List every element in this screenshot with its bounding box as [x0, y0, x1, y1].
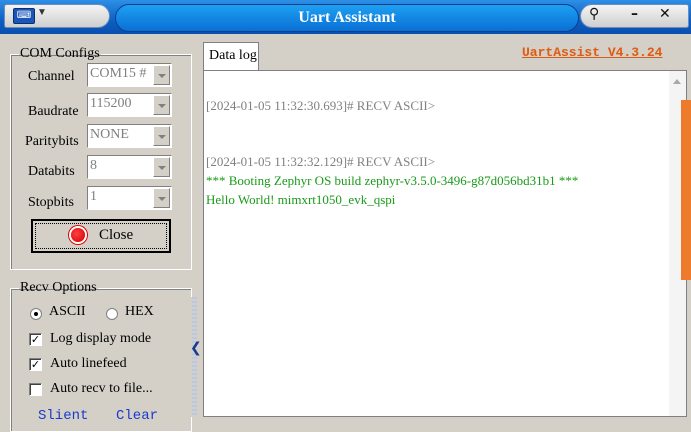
chevron-down-icon[interactable] [153, 126, 170, 146]
log-line: [2024-01-05 11:32:30.693]# RECV ASCII> [206, 98, 436, 113]
window-controls: ⚲ – ✕ [580, 4, 689, 28]
channel-select[interactable]: COM15 # [87, 63, 172, 87]
baudrate-value: 115200 [90, 96, 132, 111]
com-configs-legend: COM Configs [20, 46, 100, 61]
ascii-label: ASCII [49, 304, 86, 319]
version-link[interactable]: UartAssist V4.3.24 [522, 45, 662, 60]
baudrate-label: Baudrate [28, 104, 79, 119]
auto-recv-file-checkbox[interactable] [29, 383, 42, 396]
channel-label: Channel [28, 69, 75, 84]
app-menu-button[interactable]: ⌨ ▼ [4, 4, 110, 28]
auto-linefeed-label: Auto linefeed [50, 356, 127, 371]
close-port-label: Close [99, 227, 134, 243]
chevron-down-icon: ▼ [37, 7, 47, 18]
log-display-checkbox[interactable]: ✓ [29, 333, 42, 346]
baudrate-select[interactable]: 115200 [87, 93, 172, 117]
tab-data-log[interactable]: Data log [203, 42, 259, 70]
pin-icon[interactable]: ⚲ [589, 6, 599, 22]
panel-splitter[interactable]: ❮ [190, 297, 202, 417]
side-accent-bar [681, 100, 691, 280]
app-menu-icon: ⌨ [13, 8, 35, 24]
auto-recv-file-label: Auto recv to file... [50, 381, 153, 396]
title-pill: Uart Assistant [115, 4, 579, 32]
recv-options-legend: Recv Options [20, 280, 97, 295]
databits-value: 8 [90, 158, 97, 173]
channel-value: COM15 # [90, 66, 147, 81]
paritybits-value: NONE [90, 127, 129, 142]
status-light-icon [71, 228, 85, 242]
chevron-down-icon[interactable] [153, 95, 170, 115]
stopbits-label: Stopbits [28, 195, 74, 210]
stopbits-value: 1 [90, 189, 97, 204]
hex-radio[interactable] [106, 308, 118, 320]
left-panel: COM Configs Channel COM15 # Baudrate 115… [0, 34, 200, 432]
log-line: Hello World! mimxrt1050_evk_qspi [206, 192, 396, 207]
log-line: [2024-01-05 11:32:32.129]# RECV ASCII> [206, 154, 436, 169]
databits-label: Databits [28, 164, 75, 179]
paritybits-select[interactable]: NONE [87, 124, 172, 148]
databits-select[interactable]: 8 [87, 155, 172, 179]
close-port-button[interactable]: Close [31, 219, 171, 253]
close-icon[interactable]: ✕ [659, 6, 671, 22]
clear-link[interactable]: Clear [116, 408, 158, 424]
hex-label: HEX [125, 304, 154, 319]
title-bar: ⌨ ▼ Uart Assistant ⚲ – ✕ [0, 0, 691, 34]
stopbits-select[interactable]: 1 [87, 186, 172, 210]
scroll-up-icon[interactable] [673, 79, 681, 84]
tab-data-log-label: Data log [209, 48, 257, 63]
window-title: Uart Assistant [298, 9, 396, 26]
log-display-label: Log display mode [50, 331, 152, 346]
auto-linefeed-checkbox[interactable]: ✓ [29, 358, 42, 371]
chevron-down-icon[interactable] [153, 65, 170, 85]
ascii-radio[interactable] [30, 308, 42, 320]
chevron-down-icon[interactable] [153, 188, 170, 208]
chevron-down-icon[interactable] [153, 157, 170, 177]
log-line: *** Booting Zephyr OS build zephyr-v3.5.… [206, 173, 579, 188]
slient-link[interactable]: Slient [38, 408, 88, 424]
right-panel: Data log UartAssist V4.3.24 [2024-01-05 … [200, 34, 691, 417]
splitter-grip[interactable] [192, 297, 197, 417]
paritybits-label: Paritybits [25, 134, 79, 149]
data-log-area[interactable]: [2024-01-05 11:32:30.693]# RECV ASCII> [… [203, 70, 687, 417]
minimize-icon[interactable]: – [631, 6, 638, 22]
